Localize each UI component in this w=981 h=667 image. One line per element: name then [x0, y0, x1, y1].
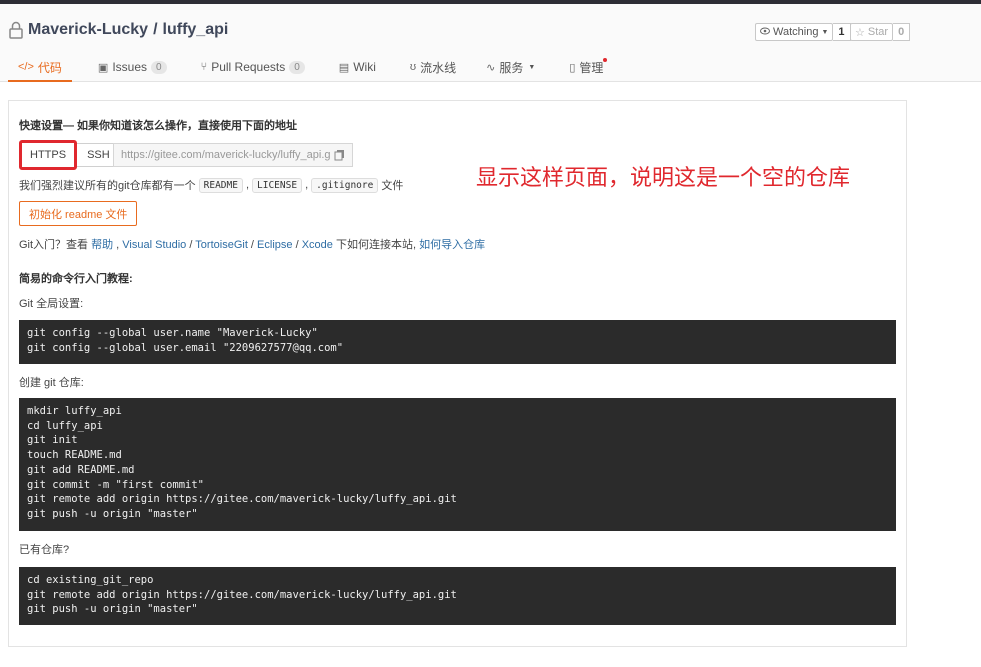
tab-label: Issues	[112, 60, 148, 74]
tab-code[interactable]: </> 代码	[8, 52, 72, 82]
tab-pull-requests[interactable]: ⑂ Pull Requests 0	[191, 52, 315, 82]
https-button[interactable]: HTTPS	[19, 140, 78, 170]
repo-tabs: </> 代码 ▣ Issues 0 ⑂ Pull Requests 0 ▤ Wi…	[0, 52, 613, 82]
tab-label: Wiki	[353, 60, 376, 74]
tip-prefix: 我们强烈建议所有的git仓库都有一个	[19, 180, 196, 192]
repo-title: Maverick-Lucky / luffy_api	[8, 21, 228, 39]
global-settings-label: Git 全局设置:	[19, 298, 84, 310]
lock-icon	[8, 21, 24, 39]
tab-label: 代码	[37, 60, 62, 75]
star-count[interactable]: 0	[893, 23, 911, 41]
create-repo-label: 创建 git 仓库:	[19, 377, 84, 389]
copy-icon[interactable]	[334, 149, 346, 161]
tab-manage[interactable]: ▯ 管理	[559, 52, 613, 82]
tip-suffix: 文件	[381, 180, 404, 192]
eye-icon	[760, 26, 770, 38]
help-link[interactable]: 帮助	[91, 239, 113, 251]
star-icon: ☆	[855, 26, 865, 39]
issues-icon: ▣	[97, 61, 109, 74]
tab-label: 管理	[579, 60, 604, 75]
star-button[interactable]: ☆ Star	[850, 23, 894, 41]
chevron-down-icon: ▼	[528, 63, 536, 71]
chevron-down-icon: ▼	[821, 28, 829, 36]
git-intro-middle: 下如何连接本站,	[335, 239, 417, 251]
watch-count[interactable]: 1	[833, 23, 851, 41]
star-label: Star	[867, 26, 889, 38]
tab-label: 流水线	[420, 60, 457, 75]
code-icon: </>	[18, 61, 34, 73]
tutorial-title: 简易的命令行入门教程:	[19, 273, 133, 285]
repo-name-link[interactable]: luffy_api	[163, 21, 229, 39]
init-readme-button[interactable]: 初始化 readme 文件	[19, 201, 138, 226]
protocol-switch: HTTPS SSH	[19, 140, 121, 170]
watch-button[interactable]: Watching ▼	[755, 23, 834, 41]
git-intro-line: Git入门？查看 帮助 , Visual Studio / TortoiseGi…	[19, 239, 486, 251]
eclipse-link[interactable]: Eclipse	[257, 239, 292, 251]
repo-separator: /	[153, 21, 158, 38]
repo-header: Maverick-Lucky / luffy_api Watching ▼ 1 …	[0, 4, 981, 82]
readme-chip: README	[198, 177, 243, 193]
import-repo-link[interactable]: 如何导入仓库	[419, 239, 485, 251]
repo-owner-link[interactable]: Maverick-Lucky	[28, 21, 148, 39]
watch-group: Watching ▼ 1	[755, 23, 851, 41]
xcode-link[interactable]: Xcode	[302, 239, 333, 251]
clone-url-input[interactable]: https://gitee.com/maverick-lucky/luffy_a…	[113, 143, 353, 167]
tab-pipeline[interactable]: ʊ 流水线	[400, 52, 466, 82]
pipeline-icon: ʊ	[409, 61, 417, 73]
tab-label: 服务	[499, 60, 524, 75]
quick-setup-title: 快速设置— 如果你知道该怎么操作，直接使用下面的地址	[19, 120, 298, 132]
tab-issues[interactable]: ▣ Issues 0	[88, 52, 177, 82]
global-settings-code: git config --global user.name "Maverick-…	[19, 320, 896, 364]
git-intro-prefix: Git入门？查看	[19, 239, 89, 251]
tab-badge: 0	[151, 60, 167, 74]
service-icon: ∿	[486, 61, 496, 74]
existing-repo-code: cd existing_git_repo git remote add orig…	[19, 567, 896, 625]
license-chip: LICENSE	[252, 177, 303, 193]
tortoisegit-link[interactable]: TortoiseGit	[195, 239, 248, 251]
star-group: ☆ Star 0	[850, 23, 911, 41]
gitignore-chip: .gitignore	[311, 177, 379, 193]
annotation-text: 显示这样页面，说明这是一个空的仓库	[476, 166, 851, 191]
visual-studio-link[interactable]: Visual Studio	[122, 239, 186, 251]
tab-badge: 0	[289, 60, 305, 74]
existing-repo-label: 已有仓库?	[19, 544, 70, 556]
manage-icon: ▯	[569, 61, 576, 74]
notification-dot	[603, 58, 608, 62]
watch-label: Watching	[773, 26, 819, 38]
wiki-icon: ▤	[338, 61, 350, 74]
tab-service[interactable]: ∿ 服务 ▼	[476, 52, 545, 82]
readme-tip: 我们强烈建议所有的git仓库都有一个 README, LICENSE, .git…	[19, 177, 404, 193]
pull-request-icon: ⑂	[200, 61, 208, 73]
create-repo-code: mkdir luffy_api cd luffy_api git init to…	[19, 398, 896, 531]
tab-label: Pull Requests	[211, 60, 286, 74]
clone-url-text: https://gitee.com/maverick-lucky/luffy_a…	[121, 149, 331, 161]
tab-wiki[interactable]: ▤ Wiki	[329, 52, 386, 82]
